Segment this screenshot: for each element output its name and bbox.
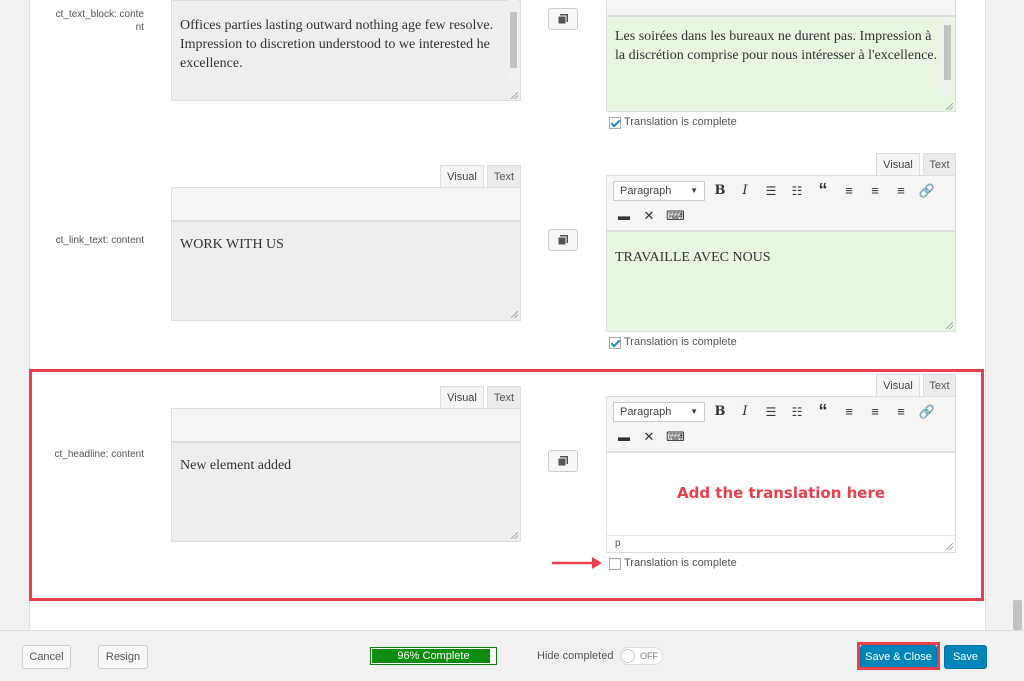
cancel-button[interactable]: Cancel [22, 645, 71, 669]
translation-toolbar: Paragraph ▼ B I ☰ ☷ “ ≡ ≡ ≡ 🔗 ▬ ✕ ⌨ [606, 175, 956, 231]
translation-text[interactable]: TRAVAILLE AVEC NOUS [615, 248, 941, 267]
resize-handle[interactable] [510, 310, 518, 318]
toggle-knob [621, 649, 635, 663]
chevron-down-icon: ▼ [690, 186, 698, 195]
align-left-icon[interactable]: ≡ [840, 182, 858, 200]
tab-text[interactable]: Text [923, 153, 956, 175]
translation-complete-label: Translation is complete [624, 336, 737, 348]
resize-handle[interactable] [945, 321, 953, 329]
read-more-icon[interactable]: ▬ [615, 207, 633, 225]
italic-icon[interactable]: I [736, 182, 754, 200]
resize-handle[interactable] [945, 102, 953, 110]
resize-handle[interactable] [510, 91, 518, 99]
hide-completed-label: Hide completed [537, 650, 614, 662]
toggle-label: OFF [640, 651, 658, 661]
copy-icon [557, 235, 568, 246]
save-button[interactable]: Save [944, 645, 987, 669]
source-scrollbar[interactable] [508, 0, 518, 83]
tab-text[interactable]: Text [487, 165, 521, 187]
resign-button[interactable]: Resign [98, 645, 148, 669]
copy-icon [557, 14, 568, 25]
bullet-list-icon[interactable]: ☰ [762, 182, 780, 200]
paragraph-select[interactable]: Paragraph ▼ [613, 181, 705, 201]
bold-icon[interactable]: B [711, 182, 729, 200]
save-close-highlight [857, 642, 940, 670]
translation-editor[interactable] [606, 231, 956, 332]
keyboard-icon[interactable]: ⌨ [666, 207, 685, 225]
tab-visual[interactable]: Visual [440, 165, 484, 187]
translation-complete-label: Translation is complete [624, 116, 737, 128]
page-scrollbar[interactable] [1011, 0, 1024, 630]
copy-to-translation-button[interactable] [548, 8, 578, 30]
source-text: WORK WITH US [180, 237, 284, 252]
progress-bar: 96% Complete [370, 647, 497, 665]
fullscreen-icon[interactable]: ✕ [640, 207, 658, 225]
source-toolbar [171, 187, 521, 221]
tab-visual[interactable]: Visual [876, 153, 920, 175]
align-center-icon[interactable]: ≡ [866, 182, 884, 200]
translation-scrollbar[interactable] [942, 17, 952, 95]
field-label: ct_text_block: content [55, 9, 144, 33]
numbered-list-icon[interactable]: ☷ [788, 182, 806, 200]
highlight-frame [29, 369, 984, 601]
translation-text[interactable]: Les soirées dans les bureaux ne durent p… [615, 27, 941, 65]
translation-complete-checkbox[interactable] [609, 337, 621, 349]
translation-complete-checkbox[interactable] [609, 117, 621, 129]
blockquote-icon[interactable]: “ [814, 181, 832, 199]
progress-label: 96% Complete [397, 650, 470, 662]
link-icon[interactable]: 🔗 [918, 182, 936, 200]
copy-to-translation-button[interactable] [548, 229, 578, 251]
hide-completed-toggle[interactable]: OFF [619, 647, 663, 665]
page-scrollbar-thumb[interactable] [1013, 600, 1022, 630]
field-label: ct_link_text: content [55, 235, 144, 246]
source-text: Offices parties lasting outward nothing … [180, 18, 494, 71]
align-right-icon[interactable]: ≡ [892, 182, 910, 200]
translation-toolbar [606, 0, 956, 16]
paragraph-select-value: Paragraph [620, 185, 672, 197]
